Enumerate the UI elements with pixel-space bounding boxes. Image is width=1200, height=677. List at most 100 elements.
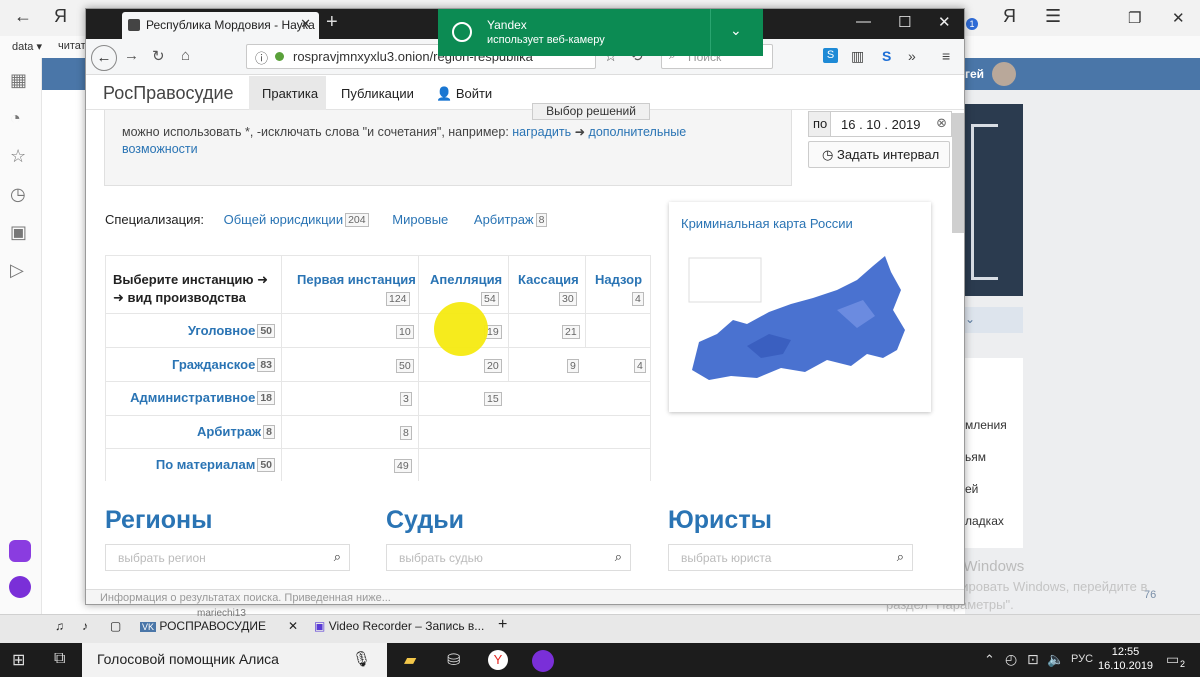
- row-materials[interactable]: По материалам 50: [105, 457, 275, 472]
- close-window-icon[interactable]: ✕: [938, 13, 951, 31]
- menu-login[interactable]: 👤 Войти: [436, 86, 492, 102]
- vk-menu-item[interactable]: ьям: [965, 450, 986, 464]
- judge-search-input[interactable]: выбрать судью ⌕: [386, 544, 631, 571]
- spec-magistrate[interactable]: Мировые: [392, 212, 448, 227]
- explorer-icon[interactable]: ▰: [404, 650, 416, 670]
- reader-icon[interactable]: ▥: [851, 48, 864, 65]
- vk-menu-item[interactable]: ей: [965, 482, 978, 496]
- col-supervision[interactable]: Надзор: [595, 272, 642, 287]
- clock-icon[interactable]: ◷: [10, 184, 26, 205]
- restore-icon[interactable]: ❐: [1128, 9, 1141, 27]
- search-icon[interactable]: ⌕: [334, 549, 341, 565]
- vk-menu-item[interactable]: ладках: [965, 514, 1004, 528]
- alice-search-box[interactable]: Голосовой помощник Алиса 🎙: [82, 643, 387, 677]
- menu-icon[interactable]: ☰: [1045, 6, 1061, 27]
- reload-icon[interactable]: ↻: [152, 47, 165, 65]
- table-cell[interactable]: 15: [484, 392, 502, 406]
- date-to-field[interactable]: по 16 . 10 . 2019 ⊗: [808, 111, 952, 137]
- yandex-browser-icon[interactable]: Y: [488, 650, 508, 670]
- home-icon[interactable]: ⌂: [181, 47, 190, 64]
- alice-icon[interactable]: [9, 576, 31, 598]
- s-extension-icon[interactable]: S: [882, 48, 891, 64]
- alice-app-icon[interactable]: [9, 540, 31, 562]
- map-title[interactable]: Криминальная карта России: [681, 216, 853, 231]
- close-icon[interactable]: ✕: [1172, 9, 1185, 27]
- task-view-icon[interactable]: ⧉: [54, 650, 65, 668]
- music-icon[interactable]: ♫: [55, 619, 64, 633]
- forward-icon[interactable]: →: [124, 47, 139, 64]
- network-icon[interactable]: ⊡: [1027, 651, 1039, 668]
- crime-map-card[interactable]: Криминальная карта России: [669, 202, 931, 412]
- close-tab-icon[interactable]: ✕: [288, 619, 298, 633]
- table-cell[interactable]: 50: [396, 359, 414, 373]
- bookmark-chitat[interactable]: читат: [58, 40, 86, 52]
- hint-link-reward[interactable]: наградить: [512, 125, 571, 139]
- grid-icon[interactable]: ▦: [10, 70, 27, 91]
- yandex-logo[interactable]: Я: [54, 6, 67, 27]
- menu-practice[interactable]: Практика: [249, 76, 326, 110]
- notifications-icon[interactable]: ▭: [1166, 651, 1179, 668]
- spec-general[interactable]: Общей юрисдикции 204: [224, 212, 369, 227]
- back-arrow-icon[interactable]: ←: [14, 6, 32, 27]
- collections-icon[interactable]: ▣: [10, 222, 27, 243]
- vk-more-button[interactable]: ⌄: [965, 307, 1023, 333]
- vk-user-name[interactable]: гей: [965, 67, 984, 81]
- table-cell[interactable]: 20: [484, 359, 502, 373]
- overflow-icon[interactable]: »: [908, 48, 916, 64]
- table-cell[interactable]: 4: [634, 359, 646, 373]
- store-icon[interactable]: ⛁: [447, 650, 460, 670]
- bookmark-data[interactable]: data ▾: [12, 40, 42, 53]
- site-logo[interactable]: РосПравосудие: [103, 83, 234, 104]
- alice-app-icon[interactable]: [532, 650, 554, 672]
- bell-icon[interactable]: ◔: [10, 108, 21, 129]
- new-tab-button[interactable]: +: [326, 11, 338, 34]
- row-criminal[interactable]: Уголовное 50: [105, 323, 275, 338]
- language-indicator[interactable]: РУС: [1071, 653, 1093, 665]
- windows-start-icon[interactable]: ⊞: [12, 650, 25, 670]
- volume-icon[interactable]: 🔈: [1047, 651, 1064, 668]
- spec-arbitration[interactable]: Арбитраж 8: [474, 212, 548, 227]
- clock-tray-icon[interactable]: ◴: [1005, 651, 1017, 668]
- music-icon[interactable]: ♪: [82, 619, 88, 633]
- avatar[interactable]: [992, 62, 1016, 86]
- hamburger-icon[interactable]: ≡: [942, 48, 950, 64]
- region-search-input[interactable]: выбрать регион ⌕: [105, 544, 350, 571]
- microphone-icon[interactable]: 🎙: [352, 650, 371, 668]
- search-icon[interactable]: ⌕: [897, 549, 904, 565]
- col-cassation[interactable]: Кассация: [518, 272, 579, 287]
- maximize-icon[interactable]: ☐: [898, 13, 911, 31]
- skype-icon[interactable]: S: [823, 48, 838, 63]
- table-cell[interactable]: 10: [396, 325, 414, 339]
- table-cell[interactable]: 49: [394, 459, 412, 473]
- table-cell[interactable]: 8: [400, 426, 412, 440]
- tab-rospravosudie-yandex[interactable]: VK РОСПРАВОСУДИЕ: [140, 619, 266, 633]
- chat-icon[interactable]: ▢: [110, 619, 121, 633]
- row-civil[interactable]: Гражданское 83: [105, 357, 275, 372]
- lawyer-search-input[interactable]: выбрать юриста ⌕: [668, 544, 913, 571]
- row-arbitration[interactable]: Арбитраж 8: [105, 424, 275, 439]
- info-icon[interactable]: ⓘ: [255, 48, 268, 67]
- back-button[interactable]: ←: [91, 45, 117, 71]
- webcam-notification[interactable]: Yandex использует веб-камеру ⌄: [438, 9, 763, 56]
- menu-publications[interactable]: Публикации: [341, 86, 414, 101]
- new-tab-button[interactable]: +: [498, 616, 507, 634]
- play-icon[interactable]: ▷: [10, 260, 24, 281]
- set-interval-button[interactable]: ◷ Задать интервал: [808, 141, 950, 168]
- col-appeal[interactable]: Апелляция: [430, 272, 502, 287]
- chevron-down-icon[interactable]: ⌄: [730, 22, 742, 39]
- col-first-instance[interactable]: Первая инстанция: [297, 272, 416, 287]
- tab-video-recorder[interactable]: ▣ Video Recorder – Запись в...: [314, 619, 484, 633]
- row-administrative[interactable]: Административное 18: [105, 390, 275, 405]
- search-icon[interactable]: ⌕: [615, 549, 622, 565]
- chevron-up-icon[interactable]: ⌃: [984, 652, 995, 668]
- star-icon[interactable]: ☆: [10, 146, 26, 167]
- table-cell[interactable]: 21: [562, 325, 580, 339]
- minimize-icon[interactable]: —: [856, 13, 871, 30]
- clear-date-icon[interactable]: ⊗: [936, 115, 947, 131]
- tab-rospravosudie[interactable]: Республика Мордовия - Наука ✕: [122, 12, 319, 39]
- system-clock[interactable]: 12:55 16.10.2019: [1098, 645, 1153, 673]
- close-tab-icon[interactable]: ✕: [300, 16, 311, 32]
- scrollbar[interactable]: [952, 113, 964, 233]
- table-cell[interactable]: 9: [567, 359, 579, 373]
- vk-menu-item[interactable]: мления: [965, 418, 1007, 432]
